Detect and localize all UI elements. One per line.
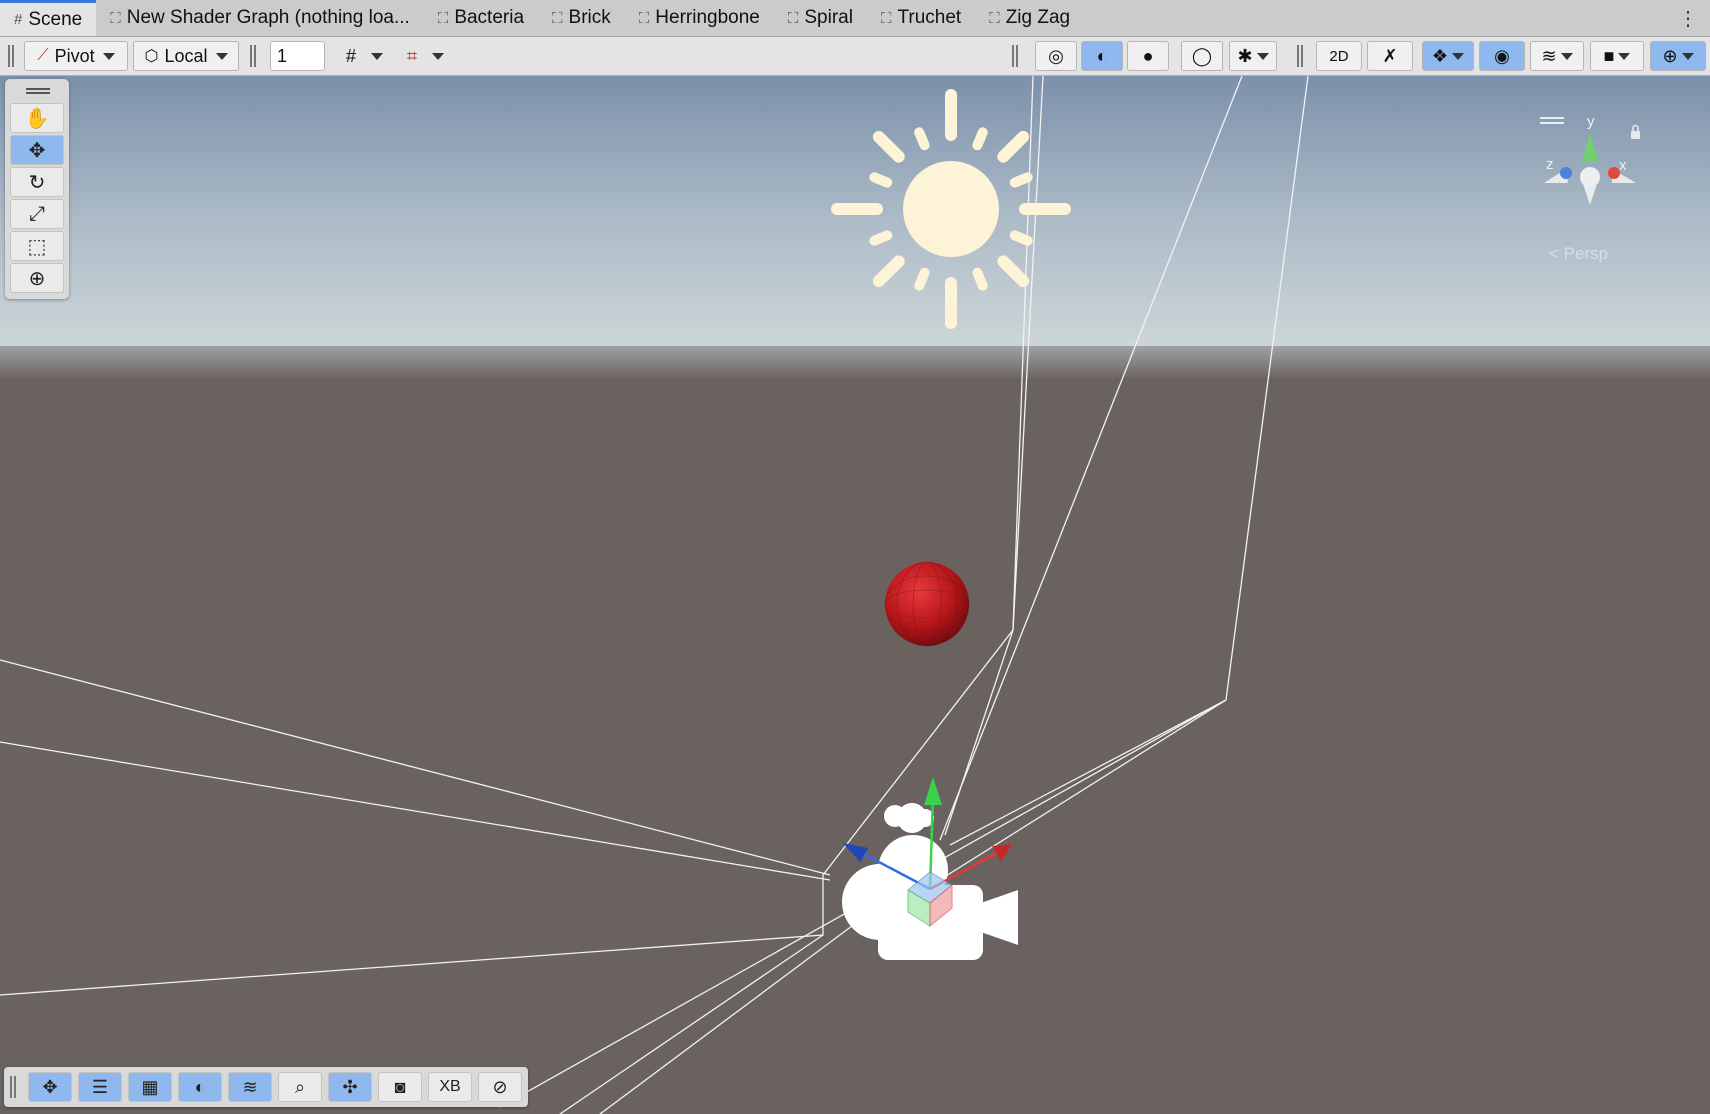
tab-scene[interactable]: # Scene <box>0 0 97 36</box>
kebab-menu-icon[interactable]: ⋮ <box>1678 6 1698 31</box>
layers-icon[interactable]: ≋ <box>1530 41 1584 71</box>
grid-snap-dropdown[interactable] <box>366 41 388 71</box>
toolbar-grip[interactable] <box>1012 45 1018 67</box>
xb-button[interactable]: XB <box>428 1072 472 1102</box>
ground-plane <box>0 378 1710 1114</box>
pivot-overlay-icon[interactable]: ✣ <box>328 1072 372 1102</box>
scene-camera-icon[interactable]: ■ <box>1590 41 1644 71</box>
grid-snap-icon[interactable]: # <box>336 41 366 71</box>
chevron-down-icon <box>1256 52 1269 60</box>
chevron-down-icon <box>432 52 444 60</box>
grid-size-input[interactable]: 1 <box>270 41 325 71</box>
chevron-down-icon <box>1681 52 1694 60</box>
gizmo-z-label: z <box>1546 156 1554 173</box>
move-tool-icon[interactable]: ✥ <box>10 135 64 165</box>
sphere-overlay-icon[interactable]: ◐ <box>178 1072 222 1102</box>
unlit-icon[interactable]: ◯ <box>1181 41 1223 71</box>
increment-snap-icon[interactable]: ⌗ <box>397 41 427 71</box>
chevron-down-icon <box>1618 52 1631 60</box>
settings-overlay-icon[interactable]: ☰ <box>78 1072 122 1102</box>
tab-label: Scene <box>28 8 83 30</box>
tab-label: Spiral <box>804 7 853 28</box>
scene-viewport[interactable]: y x z < Persp <box>0 76 1710 1114</box>
transform-tool-icon[interactable]: ⊕ <box>10 263 64 293</box>
tab-new-shader-graph[interactable]: ⛶ New Shader Graph (nothing loa... <box>96 0 424 36</box>
toolbar-grip[interactable] <box>10 1076 16 1098</box>
tab-label: Zig Zag <box>1005 7 1071 28</box>
tab-label: Herringbone <box>655 7 760 28</box>
shader-graph-icon: ⛶ <box>638 9 650 27</box>
debug-draw-mode-icon[interactable]: ✱ <box>1229 41 1277 71</box>
tab-bacteria[interactable]: ⛶ Bacteria <box>424 0 538 36</box>
scene-effects-icon[interactable]: ❖ <box>1422 41 1474 71</box>
tab-label: Bacteria <box>454 7 525 28</box>
pivot-dropdown[interactable]: ⟋ Pivot <box>24 41 128 71</box>
hash-icon: # <box>14 11 23 28</box>
grid-size-value: 1 <box>277 45 288 66</box>
lighting-toggle-icon[interactable]: ✗ <box>1367 41 1413 71</box>
pivot-label: Pivot <box>54 45 95 66</box>
chevron-down-icon <box>1452 52 1465 60</box>
shader-graph-icon: ⛶ <box>552 9 563 27</box>
tab-truchet[interactable]: ⛶ Truchet <box>867 0 975 36</box>
gizmo-x-label: x <box>1619 157 1627 174</box>
chevron-down-icon <box>371 52 383 60</box>
chevron-down-icon <box>102 52 115 60</box>
hand-tool-icon[interactable]: ✋ <box>10 103 64 133</box>
toolbar-grip[interactable] <box>1297 45 1303 67</box>
tab-brick[interactable]: ⛶ Brick <box>538 0 625 36</box>
tab-label: Brick <box>568 7 611 28</box>
horizon <box>0 346 1710 378</box>
tab-herringbone[interactable]: ⛶ Herringbone <box>625 0 774 36</box>
tab-zig-zag[interactable]: ⛶ Zig Zag <box>975 0 1084 36</box>
scene-canvas[interactable] <box>0 76 1710 1114</box>
shaded-icon[interactable]: ● <box>1127 41 1169 71</box>
perspective-label[interactable]: < Persp <box>1549 244 1608 264</box>
toolbar-grip[interactable] <box>250 45 256 67</box>
move-overlay-icon[interactable]: ✥ <box>28 1072 72 1102</box>
panel-drag-handle[interactable] <box>26 88 50 94</box>
toolbar-grip[interactable] <box>8 45 14 67</box>
layers-overlay-icon[interactable]: ≋ <box>228 1072 272 1102</box>
grid-overlay-icon[interactable]: ▦ <box>128 1072 172 1102</box>
scale-tool-icon[interactable]: ⤢ <box>10 199 64 229</box>
wireframe-shading-icon[interactable]: ◎ <box>1035 41 1077 71</box>
local-dropdown[interactable]: ⬡ Local <box>133 41 239 71</box>
tab-label: New Shader Graph (nothing loa... <box>126 7 410 28</box>
xb-label: XB <box>439 1078 461 1095</box>
pivot-icon: ⟋ <box>37 47 49 64</box>
lock-icon[interactable] <box>1631 131 1640 139</box>
chevron-down-icon <box>215 52 228 60</box>
2d-toggle-button[interactable]: 2D <box>1316 41 1362 71</box>
editor-tab-bar: # Scene ⛶ New Shader Graph (nothing loa.… <box>0 0 1710 37</box>
red-sphere[interactable] <box>884 561 970 647</box>
compass-icon[interactable]: ⊘ <box>478 1072 522 1102</box>
scene-visibility-icon[interactable]: ◉ <box>1479 41 1525 71</box>
rect-tool-icon[interactable]: ⬚ <box>10 231 64 261</box>
scene-toolbar: ⟋ Pivot ⬡ Local 1 # ⌗ ◎ ◐ ● ◯ ✱ 2D ✗ ❖ ◉… <box>0 37 1710 76</box>
chevron-down-icon <box>1560 52 1573 60</box>
cube-icon: ⬡ <box>144 48 159 65</box>
camera-overlay-icon[interactable]: ◙ <box>378 1072 422 1102</box>
shader-graph-icon: ⛶ <box>880 9 892 27</box>
shader-graph-icon: ⛶ <box>437 9 449 27</box>
shader-graph-icon: ⛶ <box>110 9 121 27</box>
scene-overlay-toolbar: ✥ ☰ ▦ ◐ ≋ ⌕ ✣ ◙ XB ⊘ <box>4 1067 528 1107</box>
transform-tools-panel: ✋ ✥ ↻ ⤢ ⬚ ⊕ <box>5 79 69 299</box>
tab-label: Truchet <box>897 7 962 28</box>
shader-graph-icon: ⛶ <box>787 9 799 27</box>
local-label: Local <box>164 45 208 66</box>
rotate-tool-icon[interactable]: ↻ <box>10 167 64 197</box>
shader-graph-icon: ⛶ <box>989 9 1000 27</box>
tab-spiral[interactable]: ⛶ Spiral <box>774 0 867 36</box>
orientation-gizmo[interactable]: y x z <box>1530 113 1650 263</box>
gizmos-icon[interactable]: ⊕ <box>1650 41 1706 71</box>
increment-snap-dropdown[interactable] <box>427 41 449 71</box>
shaded-wireframe-icon[interactable]: ◐ <box>1081 41 1123 71</box>
search-icon[interactable]: ⌕ <box>278 1072 322 1102</box>
gizmo-y-label: y <box>1587 113 1595 130</box>
